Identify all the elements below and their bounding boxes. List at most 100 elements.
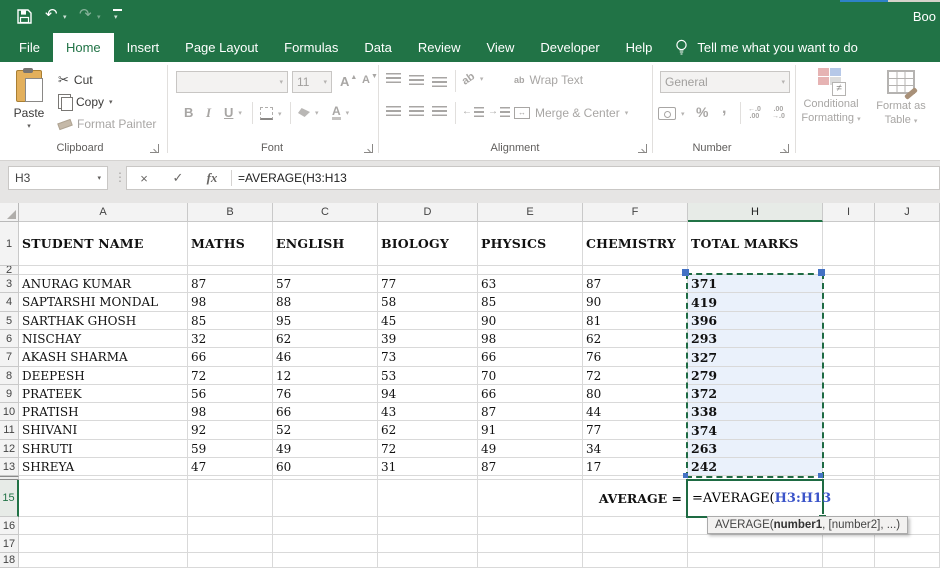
cell-E15[interactable] xyxy=(478,480,583,517)
cell-A4[interactable]: SAPTARSHI MONDAL xyxy=(19,293,188,312)
cell-C10[interactable]: 66 xyxy=(273,403,378,421)
font-name-dropdown-icon[interactable]: ▾ xyxy=(279,78,283,86)
insert-function-button[interactable]: fx xyxy=(195,170,229,186)
cell-C17[interactable] xyxy=(273,535,378,553)
cell-C16[interactable] xyxy=(273,517,378,535)
italic-button[interactable]: I xyxy=(206,105,211,121)
number-format-dropdown-icon[interactable]: ▾ xyxy=(781,78,785,86)
cell-I12[interactable] xyxy=(823,440,875,458)
column-header-I[interactable]: I xyxy=(823,203,875,222)
cell-D6[interactable]: 39 xyxy=(378,330,478,348)
cell-F18[interactable] xyxy=(583,553,688,568)
cell-J15[interactable] xyxy=(875,480,940,517)
cell-J5[interactable] xyxy=(875,312,940,330)
cell-D1[interactable]: BIOLOGY xyxy=(378,222,478,266)
cell-B9[interactable]: 56 xyxy=(188,385,273,403)
comma-style-button[interactable]: , xyxy=(722,100,726,118)
cell-I11[interactable] xyxy=(823,421,875,440)
cell-E16[interactable] xyxy=(478,517,583,535)
tab-file[interactable]: File xyxy=(6,33,53,62)
select-all-button[interactable] xyxy=(0,203,19,222)
enter-button[interactable]: ✓ xyxy=(161,170,195,186)
cancel-button[interactable]: × xyxy=(127,171,161,186)
cell-B4[interactable]: 98 xyxy=(188,293,273,312)
cell-A6[interactable]: NISCHAY xyxy=(19,330,188,348)
format-painter-button[interactable]: Format Painter xyxy=(57,117,156,131)
orientation-button[interactable]: ab ▾ xyxy=(460,70,484,87)
cell-D16[interactable] xyxy=(378,517,478,535)
font-size-dropdown-icon[interactable]: ▾ xyxy=(323,78,327,86)
cell-A18[interactable] xyxy=(19,553,188,568)
cell-J7[interactable] xyxy=(875,348,940,367)
cell-H18[interactable] xyxy=(688,553,823,568)
cell-J9[interactable] xyxy=(875,385,940,403)
cell-I7[interactable] xyxy=(823,348,875,367)
cell-A10[interactable]: PRATISH xyxy=(19,403,188,421)
cell-H11[interactable]: 374 xyxy=(688,421,823,440)
cell-B13[interactable]: 47 xyxy=(188,458,273,476)
increase-indent-button[interactable]: → xyxy=(488,106,510,117)
cell-H10[interactable]: 338 xyxy=(688,403,823,421)
fill-color-dropdown-icon[interactable]: ▾ xyxy=(315,109,319,117)
redo-dropdown-icon[interactable]: ▾ xyxy=(97,13,101,21)
cell-A5[interactable]: SARTHAK GHOSH xyxy=(19,312,188,330)
cell-E7[interactable]: 66 xyxy=(478,348,583,367)
row-header-6[interactable]: 6 xyxy=(0,330,19,348)
column-header-D[interactable]: D xyxy=(378,203,478,222)
row-header-hidden-14[interactable] xyxy=(0,476,19,480)
formula-bar-input[interactable]: =AVERAGE(H3:H13 xyxy=(238,171,347,185)
borders-dropdown-icon[interactable]: ▾ xyxy=(278,110,282,118)
cell-H7[interactable]: 327 xyxy=(688,348,823,367)
cell-C6[interactable]: 62 xyxy=(273,330,378,348)
cell-J12[interactable] xyxy=(875,440,940,458)
cell-F2[interactable] xyxy=(583,266,688,275)
undo-button[interactable]: ↶ xyxy=(45,7,58,22)
top-align-button[interactable] xyxy=(386,73,401,83)
row-header-12[interactable]: 12 xyxy=(0,440,19,458)
cell-D2[interactable] xyxy=(378,266,478,275)
borders-button[interactable]: ▾ xyxy=(260,107,282,120)
column-header-B[interactable]: B xyxy=(188,203,273,222)
tell-me-box[interactable]: Tell me what you want to do xyxy=(675,33,858,62)
cell-D3[interactable]: 77 xyxy=(378,275,478,293)
cell-I2[interactable] xyxy=(823,266,875,275)
cell-I6[interactable] xyxy=(823,330,875,348)
cell-D13[interactable]: 31 xyxy=(378,458,478,476)
decrease-font-size-button[interactable]: A ▼ xyxy=(362,73,378,87)
cell-H3[interactable]: 371 xyxy=(688,275,823,293)
cell-B18[interactable] xyxy=(188,553,273,568)
cell-I10[interactable] xyxy=(823,403,875,421)
cell-J4[interactable] xyxy=(875,293,940,312)
customize-qat-icon[interactable] xyxy=(113,9,122,11)
cell-A17[interactable] xyxy=(19,535,188,553)
cell-F16[interactable] xyxy=(583,517,688,535)
save-icon[interactable] xyxy=(16,8,33,25)
cell-D5[interactable]: 45 xyxy=(378,312,478,330)
cell-C11[interactable]: 52 xyxy=(273,421,378,440)
cell-F13[interactable]: 17 xyxy=(583,458,688,476)
cell-J18[interactable] xyxy=(875,553,940,568)
cell-H12[interactable]: 263 xyxy=(688,440,823,458)
cell-A13[interactable]: SHREYA xyxy=(19,458,188,476)
cell-F8[interactable]: 72 xyxy=(583,367,688,385)
font-name-combo[interactable]: ▾ xyxy=(176,71,288,93)
orientation-dropdown-icon[interactable]: ▾ xyxy=(480,75,484,83)
cell-I9[interactable] xyxy=(823,385,875,403)
row-header-13[interactable]: 13 xyxy=(0,458,19,476)
cell-H9[interactable]: 372 xyxy=(688,385,823,403)
cell-A12[interactable]: SHRUTI xyxy=(19,440,188,458)
cell-C8[interactable]: 12 xyxy=(273,367,378,385)
cell-F15[interactable]: AVERAGE = xyxy=(583,480,688,517)
cell-B12[interactable]: 59 xyxy=(188,440,273,458)
cell-F7[interactable]: 76 xyxy=(583,348,688,367)
copy-dropdown-icon[interactable]: ▾ xyxy=(109,98,113,106)
cell-D17[interactable] xyxy=(378,535,478,553)
cell-F4[interactable]: 90 xyxy=(583,293,688,312)
cell-B6[interactable]: 32 xyxy=(188,330,273,348)
cell-E4[interactable]: 85 xyxy=(478,293,583,312)
align-center-button[interactable] xyxy=(409,106,424,116)
cell-C18[interactable] xyxy=(273,553,378,568)
cell-H6[interactable]: 293 xyxy=(688,330,823,348)
cell-H5[interactable]: 396 xyxy=(688,312,823,330)
cell-E2[interactable] xyxy=(478,266,583,275)
